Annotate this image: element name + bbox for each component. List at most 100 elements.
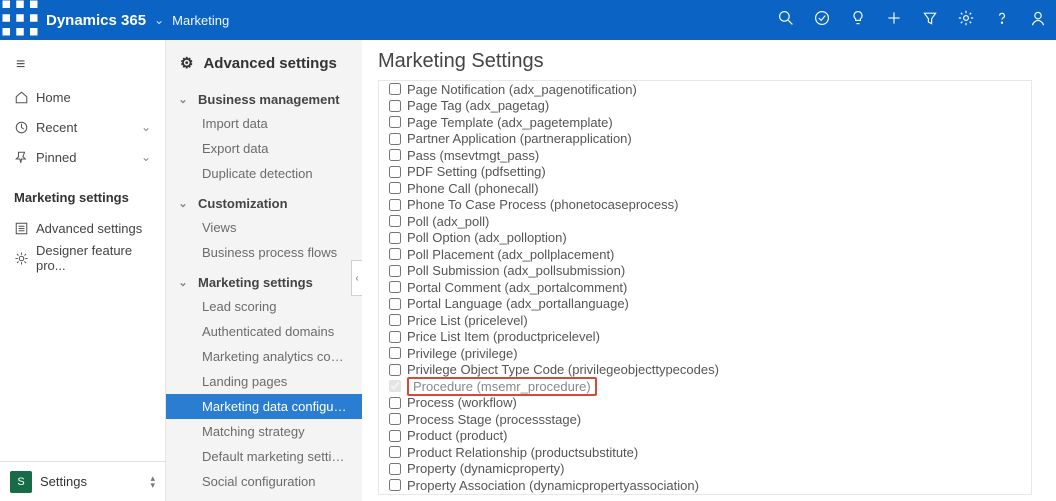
entity-checkbox[interactable] [389, 116, 401, 128]
gear-icon[interactable] [948, 10, 984, 30]
entity-row[interactable]: Partner Application (partnerapplication) [379, 131, 1031, 148]
entity-row[interactable]: Product Relationship (productsubstitute) [379, 444, 1031, 461]
entity-checkbox[interactable] [389, 298, 401, 310]
nav-recent[interactable]: Recent ⌄ [0, 112, 165, 142]
entity-checkbox[interactable] [389, 397, 401, 409]
nav-designer-feature[interactable]: Designer feature pro... [0, 243, 165, 273]
entity-list[interactable]: Page Notification (adx_pagenotification)… [378, 80, 1032, 495]
entity-row[interactable]: Portal Comment (adx_portalcomment) [379, 279, 1031, 296]
tree-item[interactable]: Import data [166, 111, 362, 136]
entity-checkbox[interactable] [389, 463, 401, 475]
entity-row[interactable]: Price List (pricelevel) [379, 312, 1031, 329]
entity-row[interactable]: Portal Language (adx_portallanguage) [379, 296, 1031, 313]
entity-row[interactable]: Poll Submission (adx_pollsubmission) [379, 263, 1031, 280]
tree-group-header[interactable]: ⌄Business management [166, 82, 362, 111]
task-icon[interactable] [804, 10, 840, 30]
entity-checkbox[interactable] [389, 413, 401, 425]
tree-item[interactable]: Landing pages [166, 369, 362, 394]
brand-caret-icon[interactable]: ⌄ [146, 13, 172, 27]
entity-checkbox[interactable] [389, 133, 401, 145]
tree-item[interactable]: Data protection tools [166, 494, 362, 501]
entity-checkbox[interactable] [389, 215, 401, 227]
entity-row[interactable]: Product (product) [379, 428, 1031, 445]
entity-row[interactable]: Property Association (dynamicpropertyass… [379, 477, 1031, 494]
tree-item[interactable]: Views [166, 215, 362, 240]
tree-item[interactable]: Business process flows [166, 240, 362, 265]
entity-checkbox[interactable] [389, 479, 401, 491]
nav-item-label: Designer feature pro... [36, 243, 151, 273]
entity-row[interactable]: Poll Placement (adx_pollplacement) [379, 246, 1031, 263]
user-icon[interactable] [1020, 10, 1056, 30]
entity-checkbox[interactable] [389, 199, 401, 211]
entity-checkbox[interactable] [389, 347, 401, 359]
tree-item[interactable]: Marketing analytics config... [166, 344, 362, 369]
entity-checkbox[interactable] [389, 364, 401, 376]
tree-item[interactable]: Social configuration [166, 469, 362, 494]
chevron-down-icon: ⌄ [176, 197, 190, 210]
hamburger-icon[interactable]: ≡ [0, 48, 165, 82]
tree-item[interactable]: Marketing data configurat... [166, 394, 362, 419]
clock-icon [14, 120, 36, 135]
tree-item[interactable]: Export data [166, 136, 362, 161]
entity-checkbox[interactable] [389, 281, 401, 293]
entity-row[interactable]: Property (dynamicproperty) [379, 461, 1031, 478]
help-icon[interactable] [984, 10, 1020, 30]
entity-checkbox[interactable] [389, 314, 401, 326]
entity-row[interactable]: Price List Item (productpricelevel) [379, 329, 1031, 346]
area-label: Settings [40, 474, 142, 489]
tree-item[interactable]: Lead scoring [166, 294, 362, 319]
entity-row[interactable]: Page Template (adx_pagetemplate) [379, 114, 1031, 131]
collapse-handle[interactable]: ‹ [351, 260, 362, 296]
entity-checkbox[interactable] [389, 182, 401, 194]
pin-icon [14, 150, 36, 165]
brand-name[interactable]: Dynamics 365 [40, 12, 146, 29]
tree-item[interactable]: Matching strategy [166, 419, 362, 444]
entity-checkbox[interactable] [389, 446, 401, 458]
entity-label: Phone To Case Process (phonetocaseproces… [407, 197, 678, 212]
advanced-settings-header: ⚙Advanced settings [166, 40, 362, 82]
search-icon[interactable] [768, 10, 804, 30]
tree-item[interactable]: Authenticated domains [166, 319, 362, 344]
module-name: Marketing [172, 13, 229, 28]
entity-checkbox[interactable] [389, 380, 401, 392]
entity-checkbox[interactable] [389, 248, 401, 260]
entity-row[interactable]: Procedure (msemr_procedure) [379, 378, 1031, 395]
entity-label: Privilege (privilege) [407, 346, 518, 361]
entity-checkbox[interactable] [389, 232, 401, 244]
entity-row[interactable]: PDF Setting (pdfsetting) [379, 164, 1031, 181]
filter-icon[interactable] [912, 10, 948, 30]
entity-checkbox[interactable] [389, 149, 401, 161]
tree-item[interactable]: Default marketing settings [166, 444, 362, 469]
lightbulb-icon[interactable] [840, 10, 876, 30]
entity-checkbox[interactable] [389, 100, 401, 112]
entity-row[interactable]: Page Notification (adx_pagenotification) [379, 81, 1031, 98]
entity-row[interactable]: Property Instance (dynamicpropertyinstan… [379, 494, 1031, 496]
entity-checkbox[interactable] [389, 265, 401, 277]
entity-checkbox[interactable] [389, 83, 401, 95]
entity-checkbox[interactable] [389, 331, 401, 343]
entity-row[interactable]: Privilege (privilege) [379, 345, 1031, 362]
entity-row[interactable]: Pass (msevtmgt_pass) [379, 147, 1031, 164]
nav-advanced-settings[interactable]: Advanced settings [0, 213, 165, 243]
entity-row[interactable]: Process Stage (processstage) [379, 411, 1031, 428]
app-launcher-icon[interactable] [0, 0, 40, 42]
entity-checkbox[interactable] [389, 430, 401, 442]
entity-row[interactable]: Poll Option (adx_polloption) [379, 230, 1031, 247]
entity-row[interactable]: Privilege Object Type Code (privilegeobj… [379, 362, 1031, 379]
entity-label: Property (dynamicproperty) [407, 461, 565, 476]
entity-row[interactable]: Process (workflow) [379, 395, 1031, 412]
tree-group-header[interactable]: ⌄Marketing settings [166, 265, 362, 294]
chevron-down-icon: ⌄ [141, 150, 151, 164]
tree-group-header[interactable]: ⌄Customization [166, 186, 362, 215]
entity-checkbox[interactable] [389, 166, 401, 178]
page-title: Marketing Settings [362, 40, 1056, 81]
plus-icon[interactable] [876, 10, 912, 30]
nav-home[interactable]: Home [0, 82, 165, 112]
nav-pinned[interactable]: Pinned ⌄ [0, 142, 165, 172]
area-switcher[interactable]: S Settings ▴▾ [0, 461, 165, 501]
entity-row[interactable]: Phone Call (phonecall) [379, 180, 1031, 197]
tree-item[interactable]: Duplicate detection [166, 161, 362, 186]
entity-row[interactable]: Page Tag (adx_pagetag) [379, 98, 1031, 115]
entity-row[interactable]: Poll (adx_poll) [379, 213, 1031, 230]
entity-row[interactable]: Phone To Case Process (phonetocaseproces… [379, 197, 1031, 214]
